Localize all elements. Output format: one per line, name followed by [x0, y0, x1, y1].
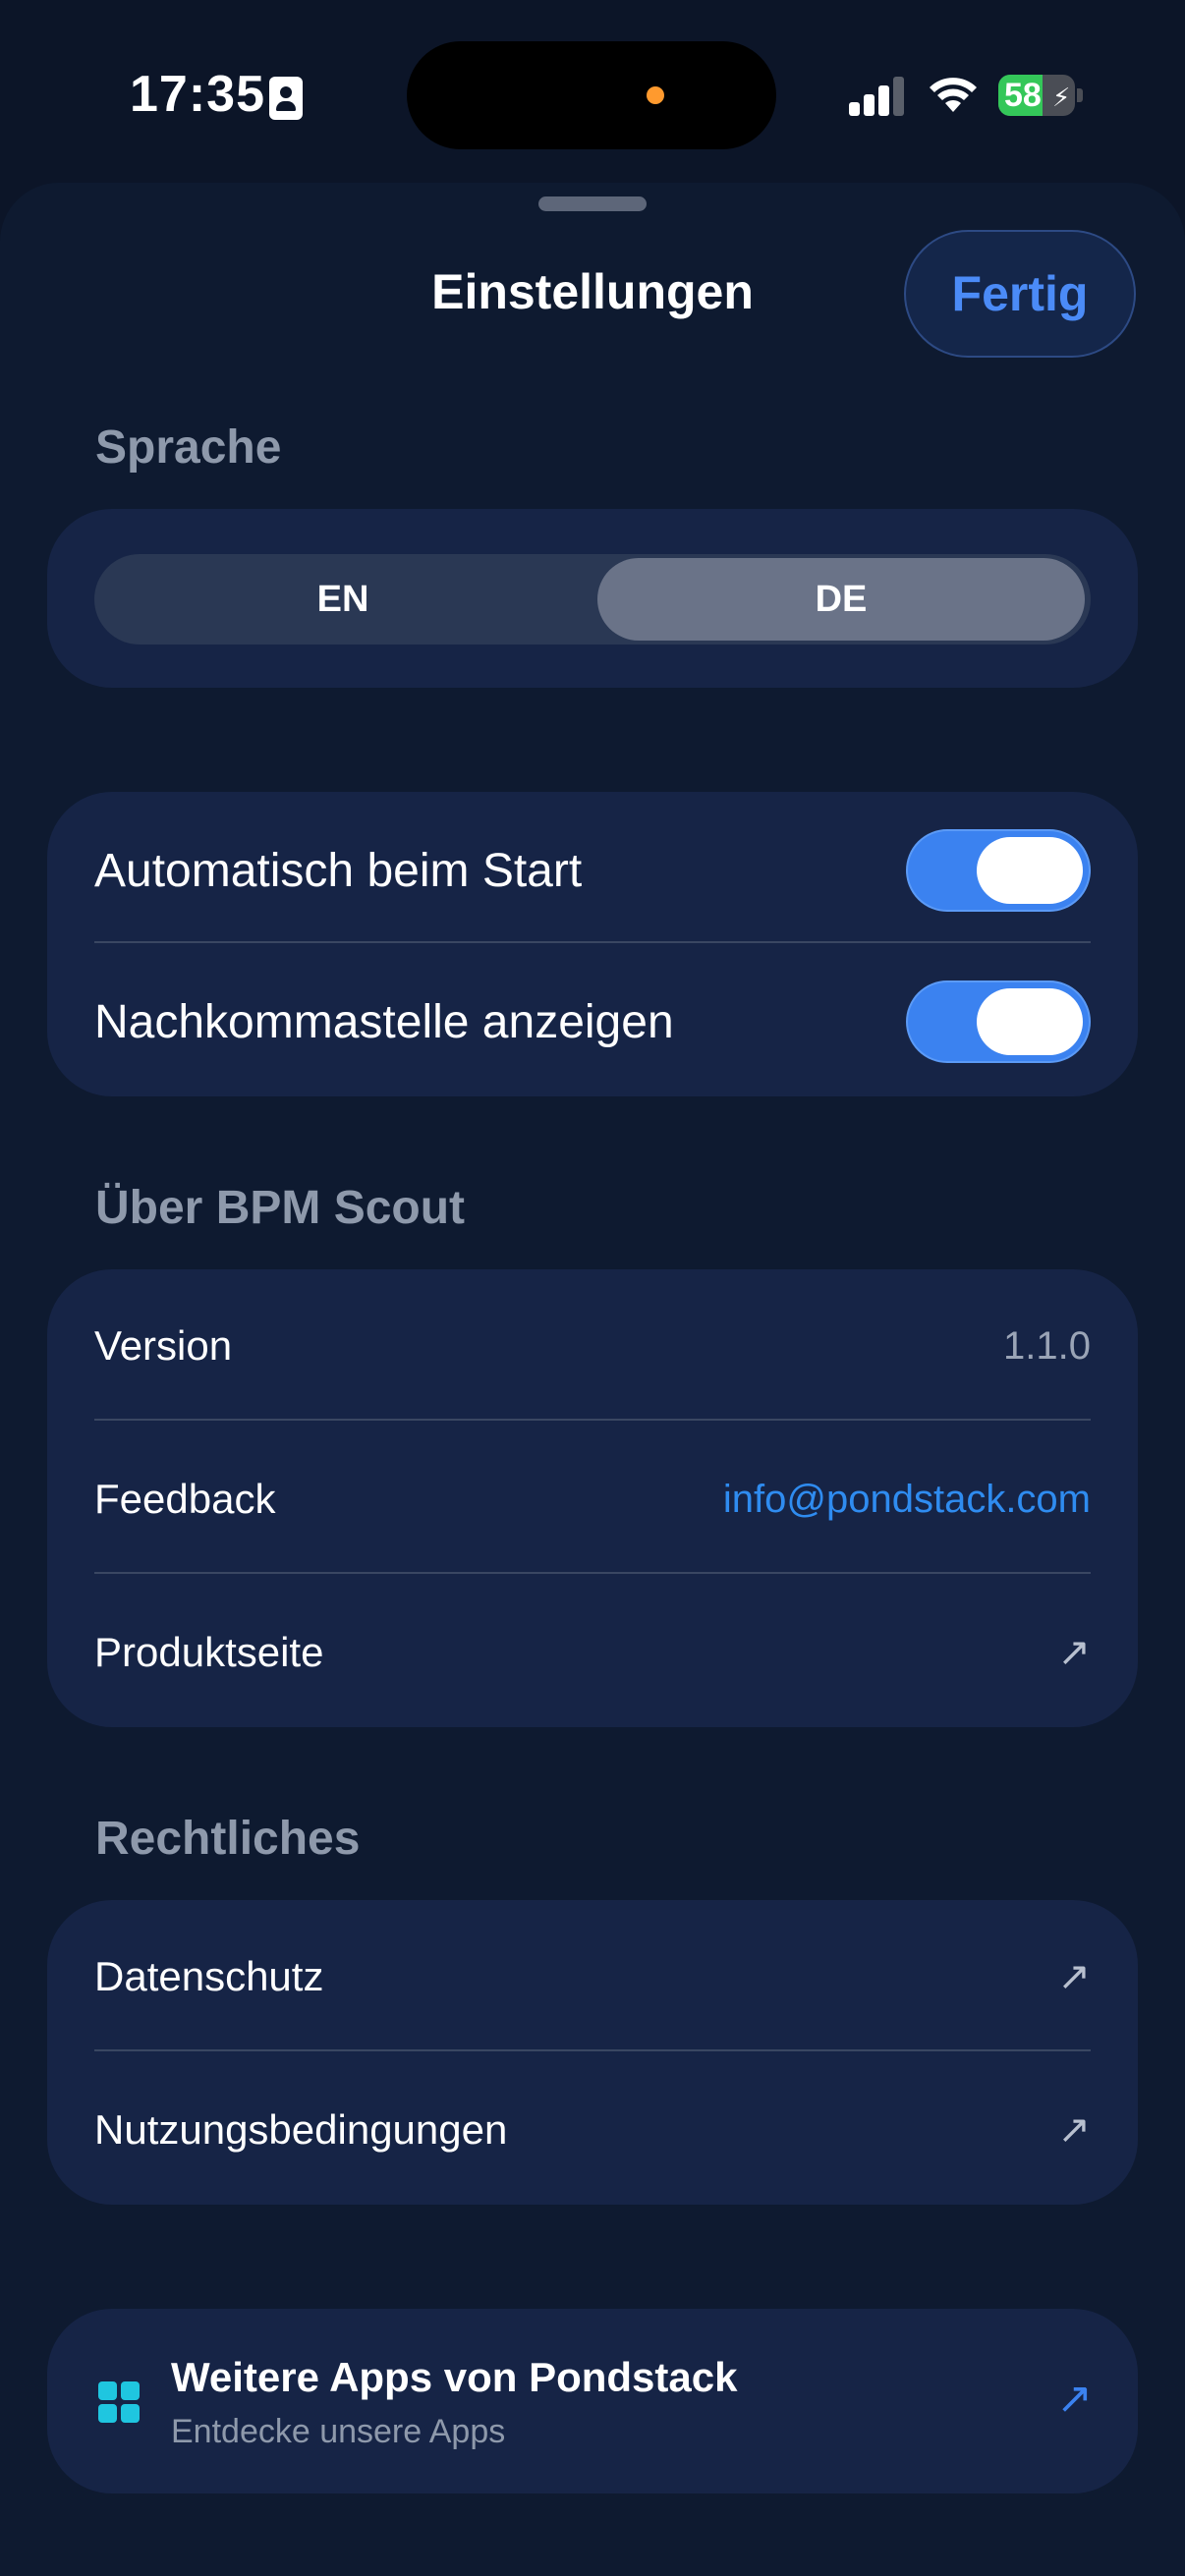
privacy-label: Datenschutz	[94, 1953, 324, 1999]
section-label-language: Sprache	[95, 421, 282, 474]
contact-card-icon	[269, 77, 303, 120]
auto-start-toggle[interactable]	[906, 829, 1091, 912]
legal-card: Datenschutz ↗ Nutzungsbedingungen ↗	[47, 1900, 1138, 2205]
feedback-row[interactable]: Feedback info@pondstack.com	[94, 1458, 1091, 1540]
external-link-icon: ↗	[1057, 1955, 1091, 1998]
auto-start-label: Automatisch beim Start	[94, 844, 583, 897]
about-card: Version 1.1.0 Feedback info@pondstack.co…	[47, 1269, 1138, 1727]
more-apps-card[interactable]: Weitere Apps von Pondstack Entdecke unse…	[47, 2309, 1138, 2493]
decimal-toggle[interactable]	[906, 980, 1091, 1063]
apps-grid-icon	[98, 2381, 140, 2423]
signal-icon	[849, 77, 906, 116]
decimal-label: Nachkommastelle anzeigen	[94, 995, 674, 1048]
options-card: Automatisch beim Start Nachkommastelle a…	[47, 792, 1138, 1096]
feedback-email-link[interactable]: info@pondstack.com	[723, 1478, 1091, 1522]
divider	[94, 1419, 1091, 1421]
recording-indicator-icon	[647, 86, 664, 104]
terms-label: Nutzungsbedingungen	[94, 2106, 508, 2153]
decimal-row: Nachkommastelle anzeigen	[94, 980, 1091, 1063]
section-label-about: Über BPM Scout	[95, 1182, 466, 1234]
more-apps-subtitle: Entdecke unsere Apps	[171, 2413, 506, 2450]
feedback-label: Feedback	[94, 1476, 276, 1522]
battery-cap	[1077, 88, 1083, 102]
version-value: 1.1.0	[1003, 1323, 1091, 1368]
version-row: Version 1.1.0	[94, 1305, 1091, 1387]
divider	[94, 941, 1091, 943]
done-button[interactable]: Fertig	[904, 230, 1136, 358]
toggle-knob	[977, 837, 1083, 904]
divider	[94, 2049, 1091, 2051]
divider	[94, 1572, 1091, 1574]
auto-start-row: Automatisch beim Start	[94, 829, 1091, 912]
more-apps-title: Weitere Apps von Pondstack	[171, 2354, 738, 2400]
sheet-grabber[interactable]	[538, 196, 647, 211]
status-bar: 17:35 58 ⚡	[0, 0, 1185, 187]
charging-bolt-icon: ⚡	[1052, 83, 1071, 112]
status-time: 17:35	[130, 66, 265, 123]
language-card: EN DE	[47, 509, 1138, 688]
external-link-icon: ↗	[1057, 2108, 1091, 2152]
privacy-row[interactable]: Datenschutz ↗	[94, 1935, 1091, 2018]
version-label: Version	[94, 1322, 233, 1369]
dynamic-island	[407, 41, 776, 149]
external-link-icon: ↗	[1056, 2375, 1093, 2423]
battery-level: 58	[1004, 77, 1042, 114]
toggle-knob	[977, 988, 1083, 1055]
product-page-label: Produktseite	[94, 1629, 324, 1675]
language-segmented-control[interactable]: EN DE	[94, 554, 1091, 644]
segment-en[interactable]: EN	[94, 554, 592, 644]
section-label-legal: Rechtliches	[95, 1813, 361, 1865]
product-page-row[interactable]: Produktseite ↗	[94, 1611, 1091, 1694]
wifi-icon	[930, 78, 977, 112]
segment-de[interactable]: DE	[597, 554, 1085, 644]
battery-icon: 58 ⚡	[998, 75, 1075, 116]
external-link-icon: ↗	[1057, 1631, 1091, 1674]
terms-row[interactable]: Nutzungsbedingungen ↗	[94, 2089, 1091, 2171]
